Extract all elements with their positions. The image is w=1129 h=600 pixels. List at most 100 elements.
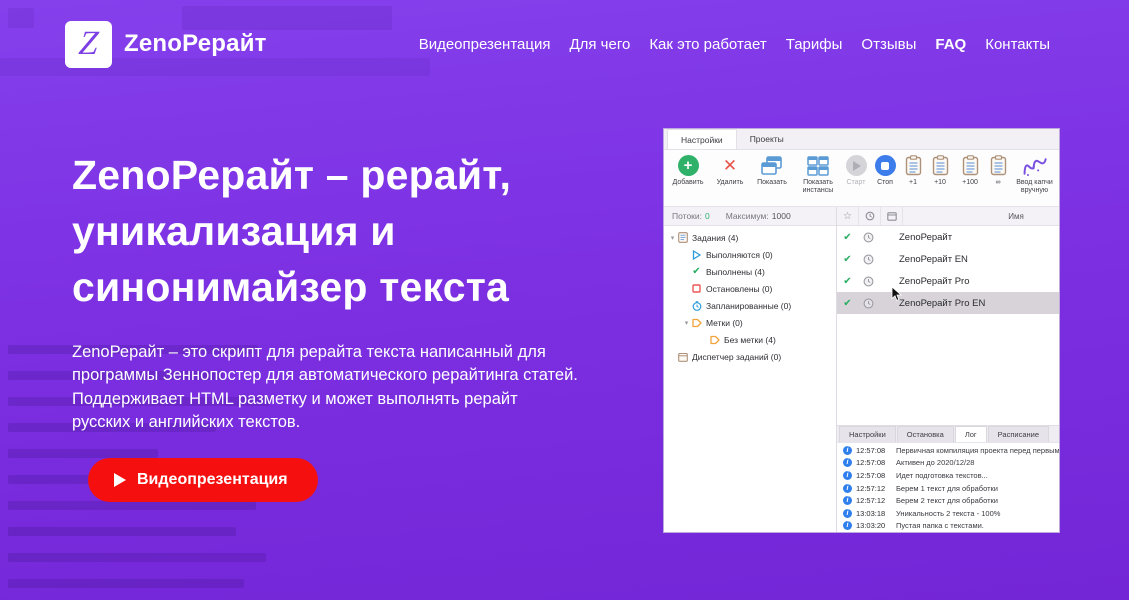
- video-presentation-button[interactable]: Видеопрезентация: [88, 458, 318, 502]
- tree-item-running[interactable]: Выполняются (0): [664, 246, 836, 263]
- nav-item-pricing[interactable]: Тарифы: [786, 36, 843, 53]
- clock-column-icon[interactable]: [859, 207, 881, 225]
- play-icon: [114, 473, 126, 487]
- nav-item-why[interactable]: Для чего: [569, 36, 630, 53]
- task-row-selected[interactable]: ✔ ZenoРерайт Pro EN: [837, 292, 1059, 314]
- tasks-tree: ▾ Задания (4) Выполняются (0) ✔ Выполнен…: [664, 226, 836, 365]
- clipboard-icon: [932, 154, 949, 177]
- info-icon: i: [843, 471, 852, 480]
- tasks-list-icon: [677, 232, 688, 243]
- toolbar-plus100-button[interactable]: +100: [954, 154, 986, 187]
- brand-logo[interactable]: Z ZenoРерайт: [65, 21, 267, 68]
- task-row[interactable]: ✔ ZenoРерайт: [837, 226, 1059, 248]
- log-entry: i 13:03:20 Пустая папка с текстами.: [837, 520, 1059, 532]
- app-toolbar: + Добавить ✕ Удалить Показать: [664, 150, 1059, 207]
- brand-logo-icon: Z: [65, 21, 112, 68]
- nav-item-faq[interactable]: FAQ: [935, 36, 966, 53]
- task-row[interactable]: ✔ ZenoРерайт EN: [837, 248, 1059, 270]
- letter-z-icon: Z: [77, 27, 99, 61]
- nav-item-contacts[interactable]: Контакты: [985, 36, 1050, 53]
- delete-icon: ✕: [723, 156, 737, 176]
- clock-badge-icon: [858, 254, 879, 265]
- info-icon: i: [843, 458, 852, 467]
- info-icon: i: [843, 509, 852, 518]
- name-column-header[interactable]: Имя: [903, 212, 1059, 221]
- task-list-empty-area: [837, 314, 1059, 425]
- log-tab-bar: Настройки Остановка Лог Расписание: [837, 425, 1059, 442]
- info-icon: i: [843, 496, 852, 505]
- tree-item-no-label[interactable]: Без метки (4): [664, 331, 836, 348]
- toolbar-start-button[interactable]: Старт: [842, 154, 870, 187]
- task-row[interactable]: ✔ ZenoРерайт Pro: [837, 270, 1059, 292]
- toolbar-plus10-button[interactable]: +10: [926, 154, 954, 187]
- check-icon: ✔: [837, 276, 858, 287]
- hero-title-line-1: ZenoРерайт – рерайт,: [72, 148, 511, 204]
- mouse-cursor: [891, 287, 902, 307]
- window-column-icon[interactable]: [881, 207, 903, 225]
- show-windows-icon: [761, 154, 783, 177]
- nav-item-reviews[interactable]: Отзывы: [861, 36, 916, 53]
- log-tab-settings[interactable]: Настройки: [839, 426, 896, 442]
- toolbar-plus1-button[interactable]: +1: [900, 154, 926, 187]
- stop-icon: [875, 155, 896, 176]
- info-icon: i: [843, 484, 852, 493]
- log-entries: i 12:57:08 Первичная компиляция проекта …: [837, 442, 1059, 532]
- show-instances-icon: [807, 154, 829, 177]
- toolbar-show-button[interactable]: Показать: [750, 154, 794, 187]
- expander-icon[interactable]: ▾: [668, 234, 677, 242]
- app-tab-bar: Настройки Проекты: [664, 129, 1059, 150]
- nav-item-video-presentation[interactable]: Видеопрезентация: [419, 36, 551, 53]
- tree-item-stopped[interactable]: Остановлены (0): [664, 280, 836, 297]
- video-presentation-button-label: Видеопрезентация: [137, 471, 288, 489]
- log-tab-log[interactable]: Лог: [955, 426, 987, 442]
- log-entry: i 12:57:12 Берем 1 текст для обработки: [837, 482, 1059, 495]
- log-entry: i 12:57:08 Активен до 2020/12/28: [837, 457, 1059, 470]
- toolbar-captcha-button[interactable]: Ввод капчи вручную: [1010, 154, 1059, 196]
- star-icon[interactable]: ☆: [837, 207, 859, 225]
- log-entry: i 12:57:08 Идет подготовка текстов...: [837, 469, 1059, 482]
- header: Z ZenoРерайт Видеопрезентация Для чего К…: [0, 0, 1129, 88]
- tree-item-task-manager[interactable]: Диспетчер заданий (0): [664, 348, 836, 365]
- app-tab-settings[interactable]: Настройки: [667, 129, 737, 149]
- task-list-panel: ☆ Имя ✔ ZenoРерайт ✔: [837, 207, 1059, 532]
- log-tab-schedule[interactable]: Расписание: [988, 426, 1049, 442]
- tree-item-completed[interactable]: ✔ Выполнены (4): [664, 263, 836, 280]
- toolbar-stop-button[interactable]: Стоп: [870, 154, 900, 187]
- log-entry: i 12:57:08 Первичная компиляция проекта …: [837, 444, 1059, 457]
- clock-icon: [691, 301, 702, 311]
- play-icon: [691, 250, 702, 260]
- brand-name: ZenoРерайт: [124, 30, 267, 58]
- tree-item-scheduled[interactable]: Запланированные (0): [664, 297, 836, 314]
- toolbar-infinity-button[interactable]: ∞: [986, 154, 1010, 187]
- toolbar-add-button[interactable]: + Добавить: [666, 154, 710, 187]
- clipboard-icon: [990, 154, 1007, 177]
- toolbar-delete-button[interactable]: ✕ Удалить: [710, 154, 750, 187]
- captcha-scribble-icon: [1020, 154, 1050, 177]
- toolbar-show-instances-button[interactable]: Показать инстансы: [794, 154, 842, 196]
- clipboard-icon: [905, 154, 922, 177]
- nav-item-how-it-works[interactable]: Как это работает: [649, 36, 766, 53]
- hero-description: ZenoРерайт – это скрипт для рерайта текс…: [72, 341, 580, 435]
- check-icon: ✔: [837, 232, 858, 243]
- check-icon: ✔: [837, 254, 858, 265]
- hero-title-line-2: уникализация и: [72, 204, 511, 260]
- app-tab-projects[interactable]: Проекты: [737, 129, 797, 149]
- tree-item-labels[interactable]: ▾ Метки (0): [664, 314, 836, 331]
- max-label: Максимум:: [726, 211, 769, 221]
- log-tab-stop[interactable]: Остановка: [897, 426, 954, 442]
- start-icon: [846, 155, 867, 176]
- main-nav: Видеопрезентация Для чего Как это работа…: [419, 36, 1050, 53]
- hero-title-line-3: синонимайзер текста: [72, 260, 511, 316]
- clock-badge-icon: [858, 232, 879, 243]
- zennoposter-window: Настройки Проекты + Добавить ✕ Удалить: [663, 128, 1060, 533]
- check-icon: ✔: [691, 266, 702, 277]
- stop-square-icon: [691, 284, 702, 293]
- clock-badge-icon: [858, 298, 879, 309]
- add-icon: +: [678, 155, 699, 176]
- threads-bar: Потоки: 0 Максимум: 1000: [664, 207, 836, 226]
- max-value: 1000: [772, 211, 791, 221]
- expander-icon[interactable]: ▾: [682, 319, 691, 327]
- threads-label: Потоки:: [672, 211, 702, 221]
- clock-badge-icon: [858, 276, 879, 287]
- tree-item-tasks[interactable]: ▾ Задания (4): [664, 229, 836, 246]
